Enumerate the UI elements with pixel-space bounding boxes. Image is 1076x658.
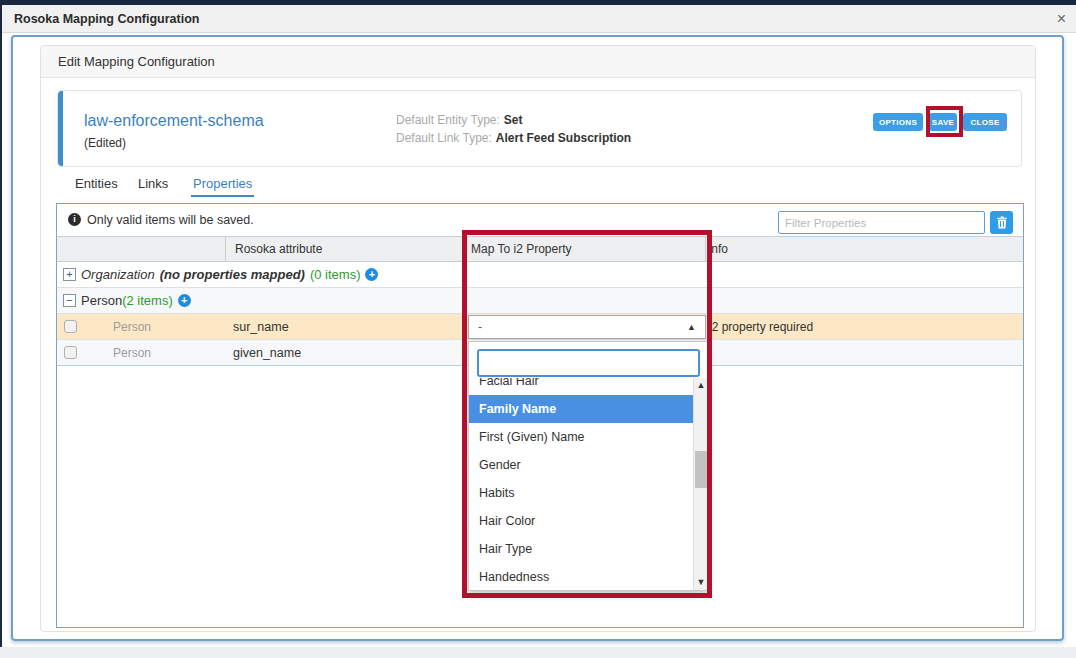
dropdown-item[interactable]: First (Given) Name bbox=[469, 423, 693, 451]
expand-icon[interactable]: + bbox=[63, 268, 76, 281]
row-entity-type: Person bbox=[113, 314, 151, 340]
schema-buttons: OPTIONS SAVE CLOSE bbox=[873, 113, 1007, 131]
card-title: Edit Mapping Configuration bbox=[41, 46, 1035, 77]
group-row-person: − Person (2 items) + bbox=[57, 288, 1023, 314]
close-icon[interactable]: × bbox=[1057, 5, 1066, 32]
collapse-icon[interactable]: − bbox=[63, 294, 76, 307]
group-row-organization: + Organization (no properties mapped) (0… bbox=[57, 262, 1023, 288]
dropdown-item[interactable]: Habits bbox=[469, 479, 693, 507]
notice-text: Only valid items will be saved. bbox=[87, 204, 254, 236]
card-header: Edit Mapping Configuration bbox=[41, 46, 1035, 78]
delete-button[interactable] bbox=[990, 211, 1013, 234]
group-name: Person bbox=[81, 293, 122, 308]
column-map-to-i2-property: Map To i2 Property bbox=[463, 237, 705, 261]
add-property-icon[interactable]: + bbox=[365, 268, 378, 281]
group-count: (0 items) bbox=[310, 267, 361, 282]
options-button[interactable]: OPTIONS bbox=[873, 113, 923, 131]
dialog-title: Rosoka Mapping Configuration bbox=[14, 5, 199, 33]
column-info: Info bbox=[705, 237, 1023, 261]
schema-accent-bar bbox=[58, 91, 63, 166]
row-checkbox[interactable] bbox=[64, 320, 77, 333]
dropdown-item-selected[interactable]: Family Name bbox=[469, 395, 693, 423]
save-button[interactable]: SAVE bbox=[929, 113, 957, 131]
column-select bbox=[57, 237, 225, 261]
tab-properties[interactable]: Properties bbox=[191, 176, 254, 197]
table-header: Rosoka attribute Map To i2 Property Info bbox=[57, 236, 1023, 262]
notice-bar: i Only valid items will be saved. bbox=[57, 204, 1023, 236]
schema-defaults: Default Entity Type:Set Default Link Typ… bbox=[396, 111, 631, 147]
schema-name: law-enforcement-schema bbox=[84, 112, 264, 130]
add-property-icon[interactable]: + bbox=[178, 294, 191, 307]
filter-properties-input[interactable] bbox=[778, 211, 985, 234]
trash-icon bbox=[996, 216, 1008, 229]
table-row-sur-name: Person sur_name - ▲ i2 property required bbox=[57, 314, 1023, 340]
dialog-titlebar: Rosoka Mapping Configuration × bbox=[2, 5, 1076, 33]
default-link-type: Default Link Type:Alert Feed Subscriptio… bbox=[396, 129, 631, 147]
dropdown-item[interactable]: Hair Type bbox=[469, 535, 693, 563]
dropdown-scrollbar: ▲ ▼ bbox=[693, 378, 707, 590]
default-entity-type: Default Entity Type:Set bbox=[396, 111, 631, 129]
rosoka-mapping-dialog: Rosoka Mapping Configuration × Edit Mapp… bbox=[0, 0, 1076, 658]
row-info: i2 property required bbox=[709, 314, 813, 340]
close-button[interactable]: CLOSE bbox=[963, 113, 1007, 131]
dropdown-list: Facial Hair Family Name First (Given) Na… bbox=[469, 378, 693, 590]
tab-entities[interactable]: Entities bbox=[75, 176, 118, 195]
page-left-edge bbox=[0, 0, 2, 647]
schema-status: (Edited) bbox=[84, 136, 126, 150]
map-to-i2-property-select[interactable]: - ▲ bbox=[468, 315, 706, 339]
i2-property-dropdown: Facial Hair Family Name First (Given) Na… bbox=[468, 341, 708, 591]
dropdown-item[interactable]: Facial Hair bbox=[469, 378, 693, 395]
row-attribute: sur_name bbox=[233, 314, 289, 340]
group-detail: (no properties mapped) bbox=[160, 267, 305, 282]
page-bottom-strip bbox=[0, 647, 1076, 658]
scrollbar-thumb[interactable] bbox=[695, 451, 707, 488]
dropdown-search-input[interactable] bbox=[477, 349, 700, 377]
row-attribute: given_name bbox=[233, 340, 301, 366]
tab-links[interactable]: Links bbox=[138, 176, 168, 195]
select-value: - bbox=[478, 316, 482, 338]
schema-summary: law-enforcement-schema (Edited) Default … bbox=[57, 90, 1022, 167]
row-checkbox[interactable] bbox=[64, 346, 77, 359]
group-name: Organization bbox=[81, 267, 155, 282]
scroll-up-icon[interactable]: ▲ bbox=[694, 378, 708, 393]
info-icon: i bbox=[68, 213, 81, 226]
scroll-down-icon[interactable]: ▼ bbox=[694, 575, 708, 590]
row-entity-type: Person bbox=[113, 340, 151, 366]
dropdown-item[interactable]: Gender bbox=[469, 451, 693, 479]
dropdown-item[interactable]: Hair Color bbox=[469, 507, 693, 535]
group-count: (2 items) bbox=[122, 293, 173, 308]
select-open-arrow-icon: ▲ bbox=[687, 316, 696, 338]
column-rosoka-attribute: Rosoka attribute bbox=[225, 237, 463, 261]
dropdown-item[interactable]: Handedness bbox=[469, 563, 693, 590]
